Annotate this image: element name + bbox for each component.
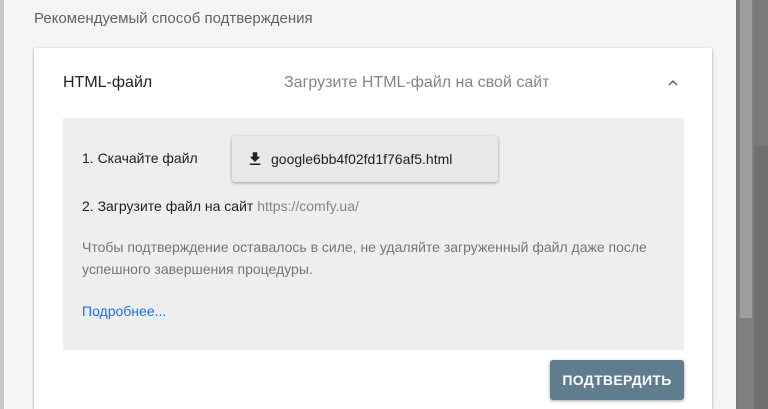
- method-instructions-panel: 1. Скачайте файл google6bb4f02fd1f76af5.…: [63, 118, 684, 350]
- download-file-button[interactable]: google6bb4f02fd1f76af5.html: [232, 136, 498, 182]
- site-url: https://comfy.ua/: [257, 198, 359, 214]
- step1-label: 1. Скачайте файл: [82, 150, 198, 166]
- chevron-up-icon[interactable]: [664, 74, 682, 92]
- download-file-name: google6bb4f02fd1f76af5.html: [271, 151, 453, 167]
- method-header[interactable]: HTML-файл Загрузите HTML-файл на свой са…: [34, 48, 712, 118]
- scrollbar-thumb[interactable]: [740, 0, 752, 318]
- step2: 2. Загрузите файл на сайт https://comfy.…: [82, 198, 359, 214]
- learn-more-link[interactable]: Подробнее...: [82, 303, 166, 319]
- section-title: Рекомендуемый способ подтверждения: [34, 10, 313, 27]
- method-description: Загрузите HTML-файл на свой сайт: [284, 74, 550, 91]
- verification-dialog: Рекомендуемый способ подтверждения HTML-…: [4, 0, 736, 409]
- confirm-button[interactable]: ПОДТВЕРДИТЬ: [550, 360, 684, 400]
- download-icon: [249, 152, 261, 165]
- method-name: HTML-файл: [63, 74, 153, 91]
- keep-file-note: Чтобы подтверждение оставалось в силе, н…: [82, 239, 647, 277]
- backdrop-strip: [754, 146, 768, 409]
- step2-label: 2. Загрузите файл на сайт: [82, 198, 254, 214]
- verification-method-card: HTML-файл Загрузите HTML-файл на свой са…: [34, 48, 712, 409]
